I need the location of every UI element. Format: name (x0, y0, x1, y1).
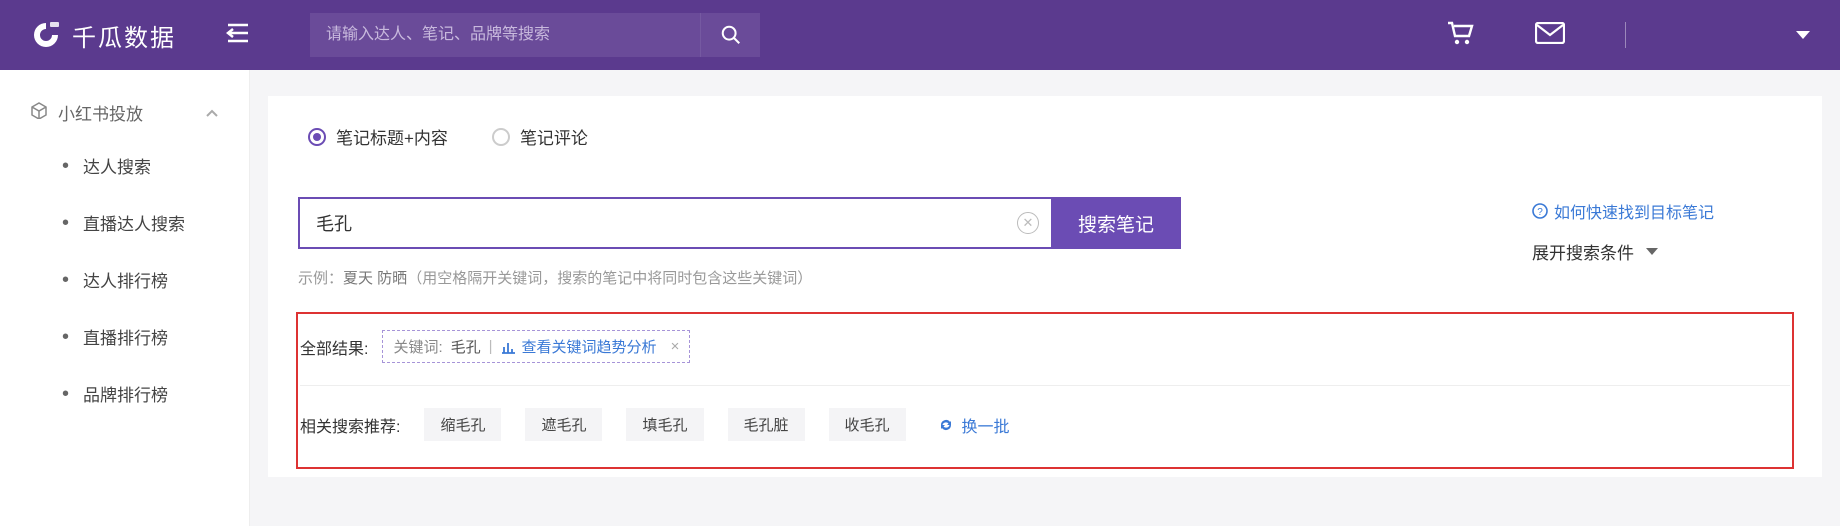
radio-title-content[interactable]: 笔记标题+内容 (308, 124, 448, 149)
keyword-value: 毛孔 (451, 336, 481, 357)
sidebar-group-label: 小红书投放 (58, 100, 143, 125)
box-icon (30, 101, 48, 124)
header-right (1445, 20, 1810, 51)
mail-icon[interactable] (1535, 22, 1565, 49)
brand-name: 千瓜数据 (72, 18, 176, 53)
sidebar-item-live-rank[interactable]: 直播排行榜 (0, 308, 249, 365)
search-card: 笔记标题+内容 笔记评论 ✕ 搜索笔记 (268, 96, 1822, 477)
app-header: 千瓜数据 (0, 0, 1840, 70)
rec-tag[interactable]: 毛孔脏 (728, 408, 805, 441)
rec-tag[interactable]: 填毛孔 (626, 408, 703, 441)
rec-tag[interactable]: 缩毛孔 (424, 408, 501, 441)
sidebar-item-daren-rank[interactable]: 达人排行榜 (0, 251, 249, 308)
sidebar-item-brand-rank[interactable]: 品牌排行榜 (0, 365, 249, 422)
highlight-region: 全部结果: 关键词: 毛孔 | 查看关键词趋势分析 × 相关搜索推荐: (298, 314, 1792, 467)
remove-keyword-icon[interactable]: × (671, 338, 680, 355)
search-icon (720, 24, 742, 46)
chevron-down-icon (1796, 31, 1810, 39)
header-search-input[interactable] (310, 13, 700, 57)
all-results-row: 全部结果: 关键词: 毛孔 | 查看关键词趋势分析 × (300, 330, 1790, 386)
radio-icon (308, 128, 326, 146)
help-icon: ? (1532, 203, 1548, 219)
trend-analysis-link[interactable]: 查看关键词趋势分析 (501, 336, 657, 357)
search-scope-radio-group: 笔记标题+内容 笔记评论 (298, 124, 1792, 149)
refresh-icon (938, 417, 954, 433)
logo-icon (30, 19, 62, 51)
main-search: ✕ (298, 197, 1053, 249)
expand-conditions[interactable]: 展开搜索条件 (1532, 239, 1792, 264)
radio-icon (492, 128, 510, 146)
related-label: 相关搜索推荐: (300, 413, 400, 437)
chevron-down-icon (1646, 248, 1658, 255)
related-search-row: 相关搜索推荐: 缩毛孔 遮毛孔 填毛孔 毛孔脏 收毛孔 换一批 (300, 386, 1790, 441)
sidebar-item-live-daren-search[interactable]: 直播达人搜索 (0, 194, 249, 251)
help-link[interactable]: ? 如何快速找到目标笔记 (1532, 199, 1792, 223)
sidebar: 小红书投放 达人搜索 直播达人搜索 达人排行榜 直播排行榜 品牌排行榜 (0, 70, 250, 526)
sidebar-group-xiaohongshu[interactable]: 小红书投放 (0, 88, 249, 137)
radio-comments[interactable]: 笔记评论 (492, 124, 588, 149)
header-search-button[interactable] (700, 13, 760, 57)
rec-tag[interactable]: 遮毛孔 (525, 408, 602, 441)
all-results-label: 全部结果: (300, 335, 368, 359)
sidebar-item-daren-search[interactable]: 达人搜索 (0, 137, 249, 194)
rec-tag[interactable]: 收毛孔 (829, 408, 906, 441)
search-hint: 示例：夏天 防晒（用空格隔开关键词，搜索的笔记中将同时包含这些关键词） (298, 267, 1478, 288)
header-search (310, 13, 760, 57)
chart-icon (501, 340, 516, 354)
cart-icon[interactable] (1445, 20, 1475, 51)
main-content: 笔记标题+内容 笔记评论 ✕ 搜索笔记 (250, 70, 1840, 526)
clear-input-icon[interactable]: ✕ (1017, 212, 1039, 234)
refresh-recs[interactable]: 换一批 (938, 413, 1010, 437)
divider (1625, 22, 1626, 48)
svg-text:?: ? (1537, 207, 1543, 218)
menu-collapse-icon[interactable] (226, 23, 250, 48)
brand-logo[interactable]: 千瓜数据 (30, 18, 176, 53)
search-notes-button[interactable]: 搜索笔记 (1051, 197, 1181, 249)
chevron-up-icon (205, 103, 219, 123)
user-menu[interactable] (1686, 31, 1810, 39)
main-search-input[interactable] (300, 199, 1017, 247)
keyword-chip: 关键词: 毛孔 | 查看关键词趋势分析 × (382, 330, 690, 363)
